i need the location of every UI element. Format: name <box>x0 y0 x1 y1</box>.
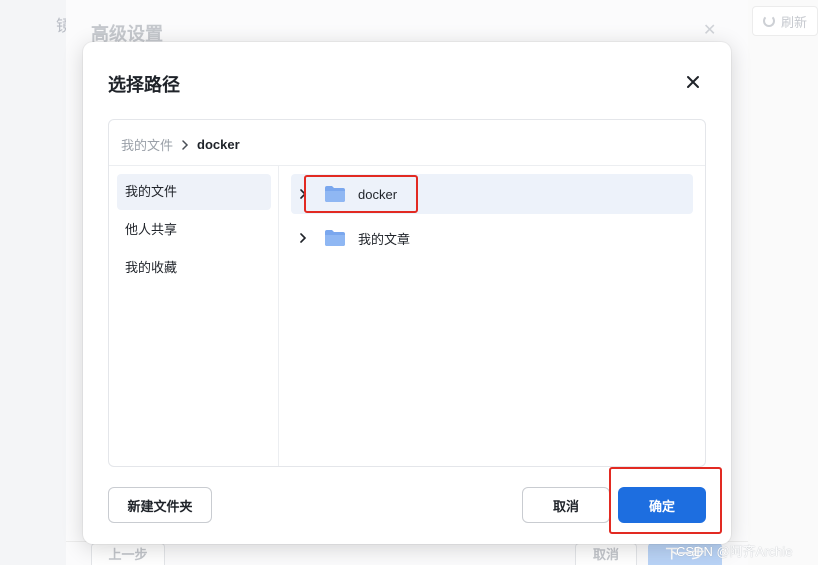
new-folder-button[interactable]: 新建文件夹 <box>108 487 212 523</box>
watermark: CSDN @阿齐Archie <box>676 544 793 559</box>
chevron-right-icon[interactable] <box>299 233 307 243</box>
background-refresh-label: 刷新 <box>781 14 808 30</box>
file-browser: 我的文件 docker 我的文件 他人共享 我的收藏 docker 我的文章 <box>108 119 706 467</box>
cancel-button[interactable]: 取消 <box>522 487 610 523</box>
breadcrumb-current: docker <box>197 137 240 152</box>
folder-tree: docker 我的文章 <box>291 174 693 262</box>
background-right-panel <box>748 0 818 565</box>
location-sidebar: 我的文件 他人共享 我的收藏 <box>117 174 271 288</box>
folder-name: 我的文章 <box>358 231 411 247</box>
folder-row-my-articles[interactable]: 我的文章 <box>291 218 693 258</box>
chevron-right-icon[interactable] <box>299 189 307 199</box>
folder-icon <box>325 230 345 246</box>
background-refresh-button: 刷新 <box>752 6 818 36</box>
background-close-icon: ✕ <box>703 22 717 39</box>
sidebar-item-favorites[interactable]: 我的收藏 <box>117 250 271 286</box>
breadcrumb: 我的文件 docker <box>121 135 240 154</box>
folder-row-docker[interactable]: docker <box>291 174 693 214</box>
sidebar-item-shared[interactable]: 他人共享 <box>117 212 271 248</box>
breadcrumb-root[interactable]: 我的文件 <box>121 135 173 154</box>
sidebar-item-my-files[interactable]: 我的文件 <box>117 174 271 210</box>
select-path-dialog: 选择路径 我的文件 docker 我的文件 他人共享 我的收藏 docker 我… <box>83 42 731 544</box>
divider <box>278 166 279 466</box>
close-icon[interactable] <box>683 72 703 92</box>
chevron-right-icon <box>182 139 189 150</box>
dialog-title: 选择路径 <box>108 75 180 95</box>
refresh-icon <box>763 15 775 27</box>
confirm-button[interactable]: 确定 <box>618 487 706 523</box>
folder-name: docker <box>358 186 398 202</box>
folder-icon <box>325 186 345 202</box>
divider <box>109 165 705 166</box>
background-cancel-button: 取消 <box>575 543 637 565</box>
background-prev-button: 上一步 <box>91 543 165 565</box>
background-left-panel <box>0 0 66 565</box>
